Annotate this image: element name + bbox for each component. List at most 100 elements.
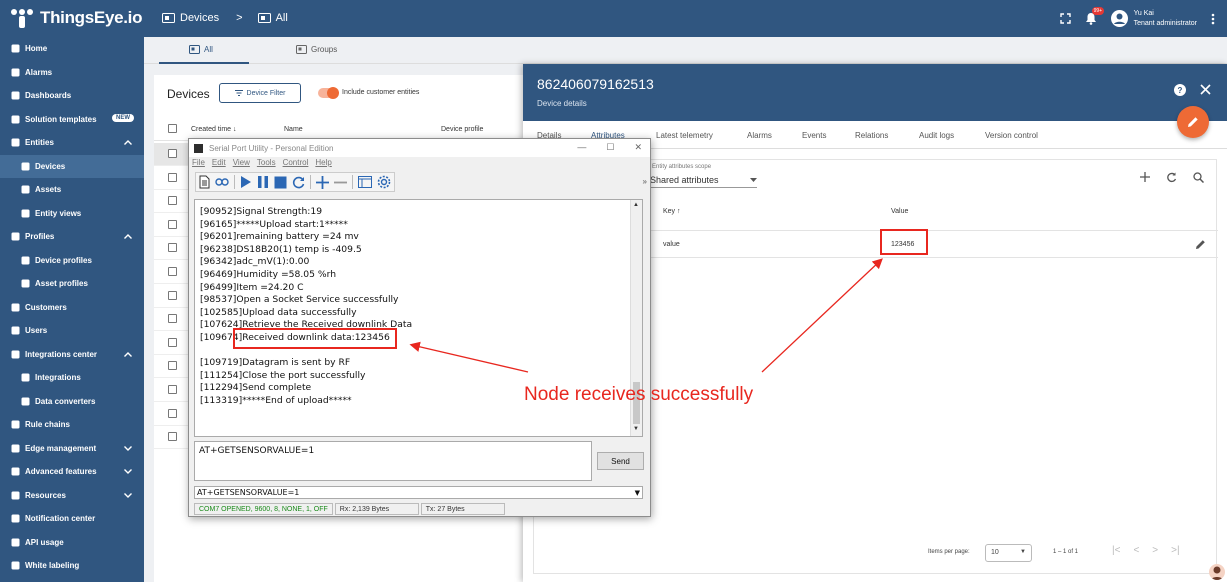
sidebar-item-integrations[interactable]: Integrations [0, 366, 144, 390]
tab-events[interactable]: Events [802, 131, 826, 140]
maximize-icon[interactable]: ☐ [606, 142, 614, 153]
tab-groups[interactable]: Groups [296, 45, 337, 54]
row-checkbox[interactable] [168, 290, 177, 300]
menu-tools[interactable]: Tools [257, 158, 276, 167]
stop-icon[interactable] [274, 176, 287, 189]
fullscreen-icon[interactable] [1059, 13, 1071, 24]
settings-icon[interactable] [377, 175, 391, 189]
close-icon[interactable] [1200, 84, 1211, 95]
logo[interactable]: ThingsEye.io [8, 6, 143, 30]
sidebar-item-devices[interactable]: Devices [0, 154, 144, 178]
sidebar-item-assets[interactable]: Assets [0, 178, 144, 202]
menu-file[interactable]: File [192, 158, 205, 167]
help-icon[interactable]: ? [1174, 84, 1186, 96]
edit-icon[interactable] [1195, 239, 1206, 250]
more-vert-icon[interactable] [1211, 13, 1215, 25]
chevron-down-icon[interactable] [124, 444, 132, 453]
tab-audit-logs[interactable]: Audit logs [919, 131, 954, 140]
refresh-icon[interactable] [1166, 172, 1177, 183]
items-per-page-select[interactable]: 10 ▼ [985, 544, 1032, 562]
plus-icon[interactable] [316, 175, 329, 189]
tab-latest-telemetry[interactable]: Latest telemetry [656, 131, 713, 140]
sidebar-item-integrations-center[interactable]: Integrations center [0, 343, 144, 367]
sidebar-item-entity-views[interactable]: Entity views [0, 202, 144, 226]
play-icon[interactable] [240, 175, 252, 189]
next-page-icon[interactable]: > [1152, 545, 1158, 556]
sidebar-item-rule-chains[interactable]: Rule chains [0, 413, 144, 437]
row-checkbox[interactable] [168, 408, 177, 418]
tab-version-control[interactable]: Version control [985, 131, 1038, 140]
sidebar-item-api-usage[interactable]: API usage [0, 531, 144, 555]
sidebar-item-edge-management[interactable]: Edge management [0, 437, 144, 461]
breadcrumb-devices[interactable]: Devices [180, 12, 219, 24]
notifications-button[interactable]: 99+ [1085, 7, 1105, 25]
command-history-combo[interactable]: AT+GETSENSORVALUE=1 ▼ [194, 486, 643, 499]
new-file-icon[interactable] [199, 175, 210, 189]
last-page-icon[interactable]: >| [1171, 545, 1179, 556]
pause-icon[interactable] [257, 175, 269, 189]
sidebar-item-home[interactable]: Home [0, 37, 144, 61]
chevron-down-icon[interactable] [124, 491, 132, 500]
sidebar-item-users[interactable]: Users [0, 319, 144, 343]
sidebar-item-advanced-features[interactable]: Advanced features [0, 460, 144, 484]
sidebar-item-white-labeling[interactable]: White labeling [0, 554, 144, 578]
window-icon[interactable] [358, 176, 372, 188]
row-checkbox[interactable] [168, 243, 177, 253]
menu-control[interactable]: Control [283, 158, 309, 167]
row-checkbox[interactable] [168, 219, 177, 229]
close-icon[interactable]: ✕ [634, 142, 642, 153]
row-checkbox[interactable] [168, 314, 177, 324]
chevron-up-icon[interactable] [124, 138, 132, 147]
col-value[interactable]: Value [891, 208, 908, 215]
select-all-checkbox[interactable] [168, 124, 177, 133]
sidebar-item-alarms[interactable]: Alarms [0, 61, 144, 85]
menu-help[interactable]: Help [315, 158, 331, 167]
support-avatar[interactable] [1209, 564, 1225, 580]
user-menu[interactable]: Yu Kai Tenant administrator [1110, 9, 1197, 29]
sidebar-item-notification-center[interactable]: Notification center [0, 507, 144, 531]
sidebar-item-asset-profiles[interactable]: Asset profiles [0, 272, 144, 296]
search-icon[interactable] [1193, 172, 1204, 183]
sidebar-item-device-profiles[interactable]: Device profiles [0, 249, 144, 273]
minimize-icon[interactable]: — [577, 142, 586, 153]
toolbar-overflow-icon[interactable]: » [643, 177, 647, 186]
menu-edit[interactable]: Edit [212, 158, 226, 167]
include-customer-toggle[interactable] [318, 87, 339, 99]
col-device-profile[interactable]: Device profile [441, 126, 483, 133]
col-name[interactable]: Name [284, 126, 303, 133]
sidebar-item-customers[interactable]: Customers [0, 296, 144, 320]
row-checkbox[interactable] [168, 385, 177, 394]
sidebar-item-profiles[interactable]: Profiles [0, 225, 144, 249]
row-checkbox[interactable] [168, 337, 177, 347]
add-icon[interactable] [1140, 172, 1150, 182]
serial-send-input[interactable]: AT+GETSENSORVALUE=1 [194, 441, 592, 481]
first-page-icon[interactable]: |< [1112, 545, 1120, 556]
sidebar-item-entities[interactable]: Entities [0, 131, 144, 155]
device-filter-button[interactable]: Device Filter [219, 83, 301, 103]
scroll-down-icon[interactable]: ▼ [633, 426, 639, 432]
sidebar-item-data-converters[interactable]: Data converters [0, 390, 144, 414]
prev-page-icon[interactable]: < [1133, 545, 1139, 556]
tab-all[interactable]: All [189, 45, 213, 54]
row-checkbox[interactable] [168, 361, 177, 371]
chevron-up-icon[interactable] [124, 350, 132, 359]
row-checkbox[interactable] [168, 267, 177, 276]
row-checkbox[interactable] [168, 149, 177, 158]
tab-alarms[interactable]: Alarms [747, 131, 772, 140]
minus-icon[interactable] [334, 176, 347, 189]
scroll-up-icon[interactable]: ▲ [633, 202, 639, 208]
tab-relations[interactable]: Relations [855, 131, 888, 140]
sidebar-item-solution-templates[interactable]: Solution templates NEW [0, 108, 144, 132]
col-key[interactable]: Key ↑ [663, 208, 681, 215]
sidebar-item-dashboards[interactable]: Dashboards [0, 84, 144, 108]
chevron-up-icon[interactable] [124, 232, 132, 241]
sidebar-item-resources[interactable]: Resources [0, 484, 144, 508]
row-checkbox[interactable] [168, 172, 177, 182]
send-button[interactable]: Send [597, 452, 644, 470]
loop-icon[interactable] [215, 177, 229, 187]
serial-title-bar[interactable]: Serial Port Utility - Personal Edition —… [189, 139, 650, 157]
row-checkbox[interactable] [168, 432, 177, 442]
chevron-down-icon[interactable] [124, 467, 132, 476]
col-created-time[interactable]: Created time ↓ [191, 126, 237, 133]
attributes-scope-select[interactable]: Shared attributes [647, 172, 757, 188]
